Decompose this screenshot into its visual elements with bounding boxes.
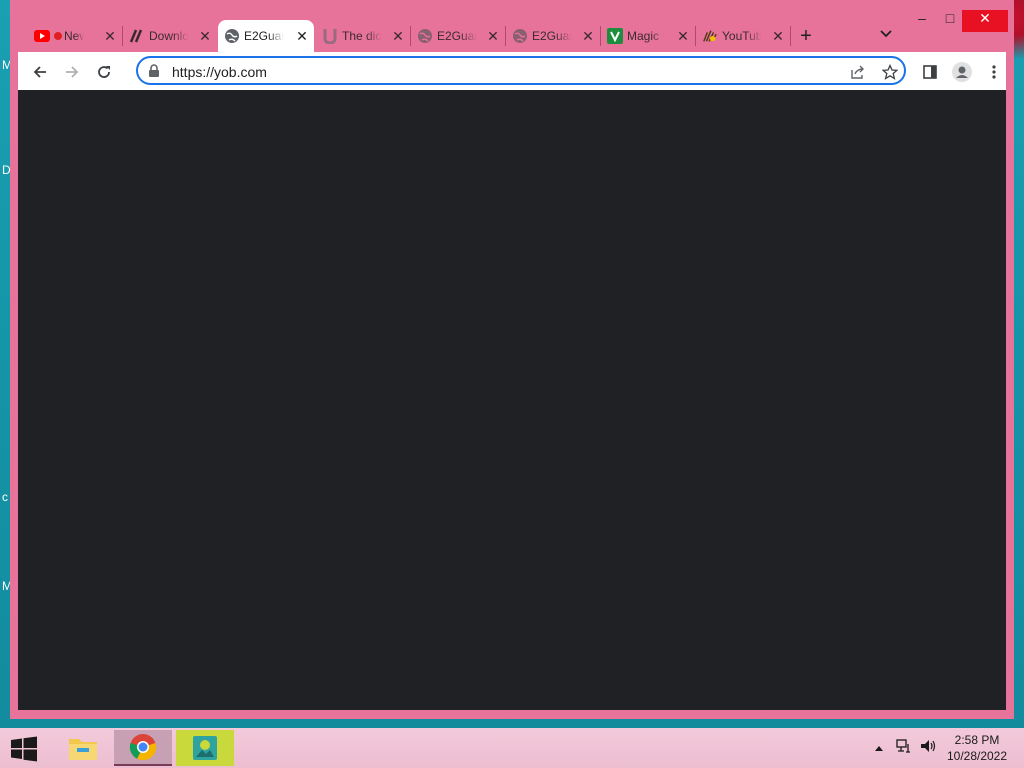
- tab-close-icon[interactable]: ✕: [197, 28, 213, 44]
- maximize-button[interactable]: □: [936, 10, 964, 30]
- clock-date: 10/28/2022: [946, 749, 1008, 763]
- tab-title: YouTube: [722, 29, 762, 43]
- tab-e2guardian[interactable]: E2Guardian ✕: [506, 20, 600, 52]
- tab-title: E2Guardian: [244, 29, 284, 43]
- profile-button[interactable]: [950, 60, 974, 84]
- windows-logo-icon: [11, 736, 37, 762]
- chrome-icon: [129, 734, 157, 761]
- tab-title: New: [64, 29, 84, 43]
- taskbar-file-explorer[interactable]: [54, 730, 112, 766]
- profile-avatar-icon: [952, 62, 972, 82]
- share-icon[interactable]: [848, 62, 868, 82]
- globe-icon: [417, 28, 433, 44]
- menu-button[interactable]: [982, 60, 1006, 84]
- address-bar[interactable]: [136, 56, 906, 85]
- clock-time: 2:58 PM: [954, 733, 1000, 747]
- forward-button[interactable]: [60, 60, 84, 84]
- tab-search-button[interactable]: [876, 26, 896, 46]
- tab-close-icon[interactable]: ✕: [485, 28, 501, 44]
- chevron-up-icon[interactable]: [874, 739, 884, 757]
- green-v-logo-icon: [607, 28, 623, 44]
- close-button[interactable]: ✕: [962, 10, 1008, 32]
- u-logo-icon: [322, 28, 338, 44]
- slash-logo-icon: [129, 28, 145, 44]
- tab-separator: [790, 26, 791, 46]
- globe-icon: [512, 28, 528, 44]
- tab-title: E2Guardian: [437, 29, 477, 43]
- new-tab-button[interactable]: +: [796, 26, 816, 46]
- hand-logo-icon: [702, 28, 718, 44]
- taskbar-photos[interactable]: [176, 730, 234, 766]
- tab-magic[interactable]: Magic ✕: [601, 20, 695, 52]
- start-button[interactable]: [10, 736, 38, 762]
- page-content: [18, 90, 1006, 710]
- tab-new[interactable]: New ✕: [28, 20, 122, 52]
- tab-title: E2Guardian: [532, 29, 572, 43]
- chevron-down-icon: [880, 30, 892, 38]
- taskbar: 2:58 PM 10/28/2022: [0, 728, 1024, 768]
- tab-close-icon[interactable]: ✕: [102, 28, 118, 44]
- tab-close-icon[interactable]: ✕: [770, 28, 786, 44]
- tab-youtube[interactable]: YouTube ✕: [696, 20, 790, 52]
- tab-strip: New ✕ Downloads ✕ E2Guardian ✕ The dicti…: [10, 0, 1014, 52]
- side-panel-button[interactable]: [918, 60, 942, 84]
- folder-icon: [69, 739, 97, 760]
- browser-toolbar: [18, 52, 1006, 90]
- address-input[interactable]: [170, 61, 814, 83]
- kebab-menu-icon: [992, 65, 996, 79]
- arrow-right-icon: [66, 66, 79, 78]
- lock-icon[interactable]: [148, 64, 160, 83]
- tab-title: The dictionary: [342, 29, 382, 43]
- reload-icon: [98, 66, 110, 78]
- tab-title: Downloads: [149, 29, 189, 43]
- recording-dot-icon: [54, 32, 62, 40]
- taskbar-clock[interactable]: 2:58 PM 10/28/2022: [942, 732, 1012, 764]
- globe-icon: [224, 28, 240, 44]
- taskbar-chrome[interactable]: [114, 730, 172, 766]
- tab-close-icon[interactable]: ✕: [294, 28, 310, 44]
- tab-e2guardian-active[interactable]: E2Guardian ✕: [218, 20, 314, 52]
- youtube-icon: [34, 28, 50, 44]
- tab-dictionary[interactable]: The dictionary ✕: [316, 20, 410, 52]
- side-panel-icon: [923, 65, 937, 79]
- back-button[interactable]: [28, 60, 52, 84]
- bookmark-star-icon[interactable]: [880, 62, 900, 82]
- browser-window: New ✕ Downloads ✕ E2Guardian ✕ The dicti…: [10, 0, 1014, 719]
- minimize-button[interactable]: –: [908, 10, 936, 30]
- tab-close-icon[interactable]: ✕: [675, 28, 691, 44]
- tab-title: Magic: [627, 29, 660, 43]
- system-tray: [874, 728, 938, 768]
- arrow-left-icon: [33, 66, 46, 78]
- tab-close-icon[interactable]: ✕: [390, 28, 406, 44]
- tab-downloads[interactable]: Downloads ✕: [123, 20, 217, 52]
- desktop-icon-label: c: [2, 490, 8, 504]
- reload-button[interactable]: [92, 60, 116, 84]
- network-icon[interactable]: [896, 738, 912, 759]
- gallery-icon: [193, 736, 217, 760]
- volume-icon[interactable]: [920, 738, 938, 759]
- tab-e2guardian[interactable]: E2Guardian ✕: [411, 20, 505, 52]
- tab-close-icon[interactable]: ✕: [580, 28, 596, 44]
